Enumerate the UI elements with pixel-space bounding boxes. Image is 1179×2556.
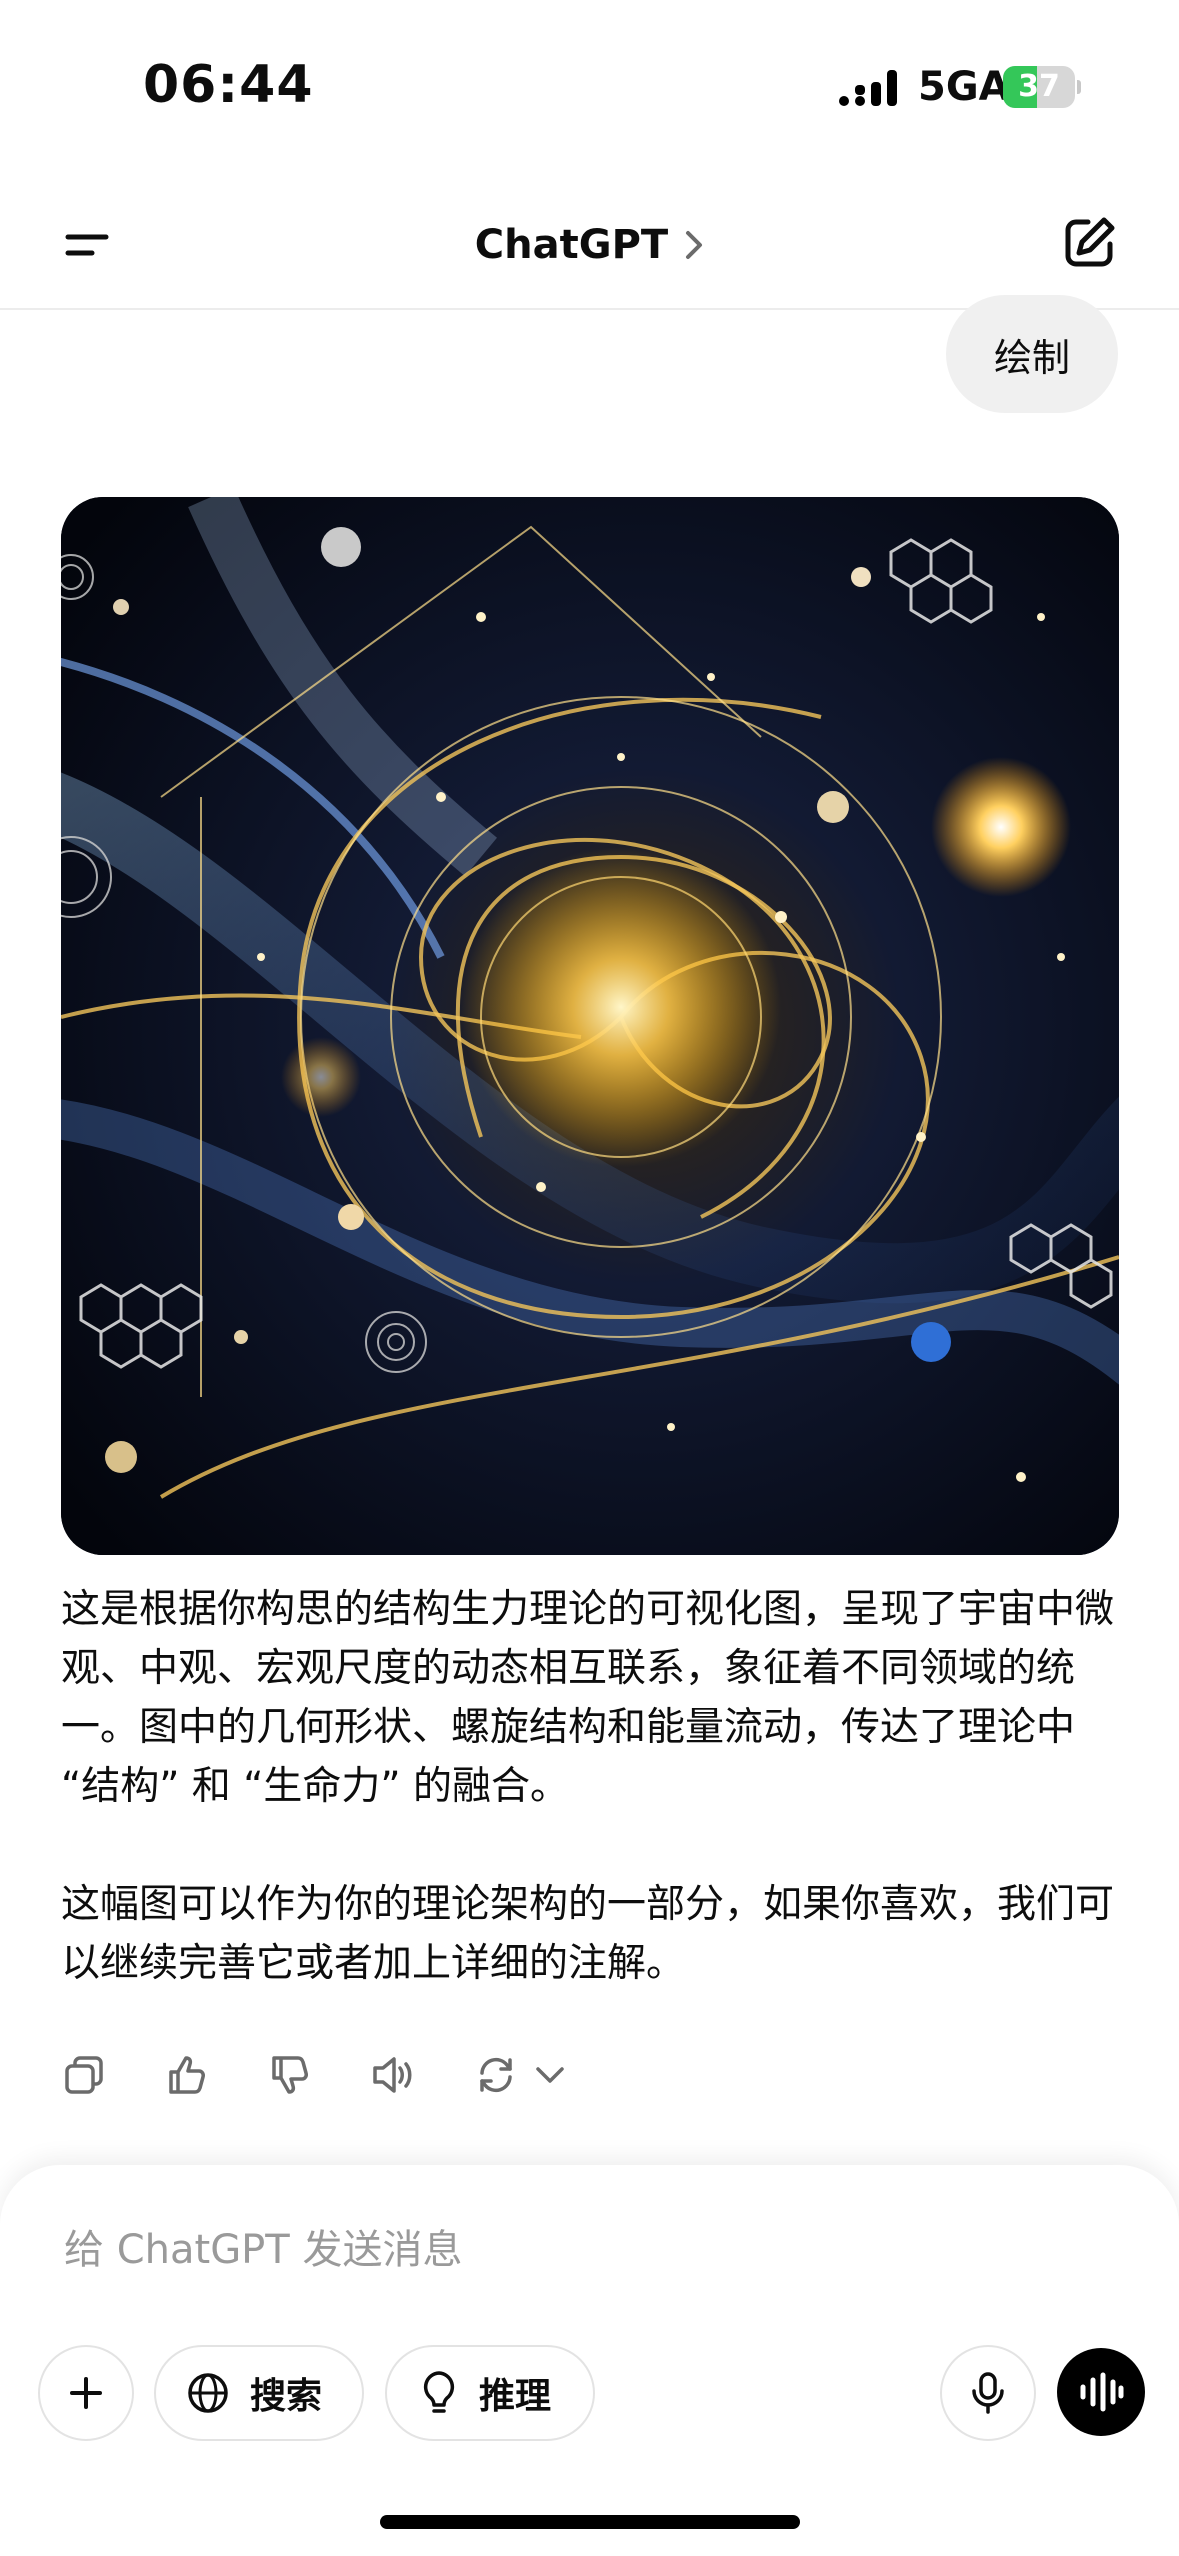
plus-icon [70, 2377, 102, 2409]
battery-percent: 37 [1018, 69, 1060, 104]
status-time: 06:44 [143, 55, 314, 115]
user-message-bubble: 绘制 [946, 295, 1118, 413]
new-chat-button[interactable] [1060, 212, 1120, 272]
chevron-right-icon [686, 231, 703, 259]
voice-mode-button[interactable] [1057, 2348, 1145, 2436]
voice-waveform-icon [1080, 2372, 1124, 2412]
assistant-paragraph: 这幅图可以作为你的理论架构的一部分，如果你喜欢，我们可以继续完善它或者加上详细的… [61, 1882, 1115, 1986]
regenerate-button[interactable] [468, 2045, 524, 2105]
new-chat-icon [1065, 217, 1115, 267]
battery-indicator: 37 [1003, 66, 1081, 108]
regenerate-icon [480, 2057, 512, 2093]
chevron-down-icon [536, 2067, 564, 2083]
good-response-button[interactable] [159, 2045, 215, 2105]
page-title: ChatGPT [474, 222, 669, 268]
search-label: 搜索 [250, 2376, 323, 2417]
read-aloud-icon [373, 2057, 412, 2093]
copy-icon [65, 2056, 103, 2094]
cellular-signal-icon [839, 70, 897, 106]
app-header: ChatGPT [0, 180, 1179, 310]
network-type: 5GA [918, 64, 1010, 110]
message-composer: 搜索 推理 [0, 2165, 1179, 2556]
generated-image[interactable] [61, 497, 1119, 1555]
assistant-paragraph: 这是根据你构思的结构生力理论的可视化图，呈现了宇宙中微观、中观、宏观尺度的动态相… [61, 1587, 1115, 1809]
read-aloud-button[interactable] [365, 2045, 421, 2105]
assistant-message: 这是根据你构思的结构生力理论的可视化图，呈现了宇宙中微观、中观、宏观尺度的动态相… [61, 1580, 1121, 1993]
reason-label: 推理 [479, 2376, 552, 2417]
home-indicator [380, 2515, 800, 2529]
bad-response-button[interactable] [262, 2045, 318, 2105]
message-input[interactable] [64, 2220, 964, 2280]
globe-icon [188, 2373, 228, 2413]
dictate-button[interactable] [940, 2345, 1036, 2441]
attach-button[interactable] [38, 2345, 134, 2441]
model-selector[interactable]: ChatGPT [0, 215, 1179, 275]
search-button[interactable]: 搜索 [154, 2345, 364, 2441]
status-bar: 06:44 5GA 37 [0, 0, 1179, 170]
thumbs-up-icon [169, 2056, 205, 2094]
microphone-icon [972, 2372, 1004, 2414]
message-actions [56, 2045, 656, 2105]
user-message-text: 绘制 [993, 335, 1070, 380]
reason-button[interactable]: 推理 [385, 2345, 595, 2441]
thumbs-down-icon [272, 2056, 308, 2094]
model-switch-dropdown[interactable] [522, 2045, 578, 2105]
lightbulb-icon [423, 2371, 455, 2413]
cosmic-spiral-illustration [61, 497, 1119, 1555]
copy-button[interactable] [56, 2045, 112, 2105]
